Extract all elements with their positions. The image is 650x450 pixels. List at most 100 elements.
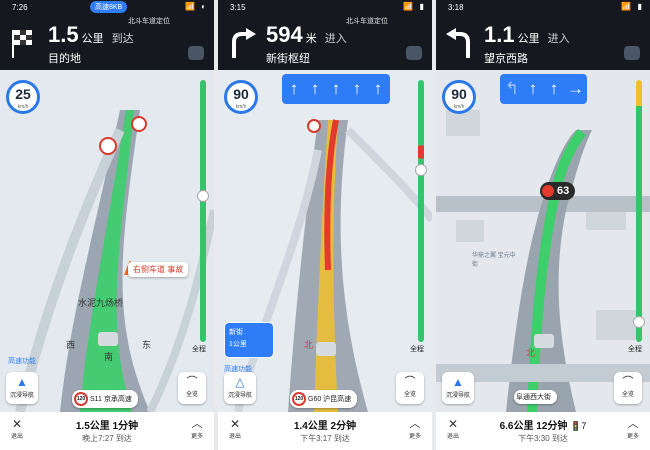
eta: 下午3:30 到达 <box>518 434 568 443</box>
overview-button[interactable]: ⌒ 全览 <box>178 372 206 404</box>
maneuver-road: 望京西路 <box>484 53 528 65</box>
lane-arrow-icon: ↑ <box>352 79 362 98</box>
map-view[interactable]: 水泥九炀桥 西 南 东 高速功能 <box>0 70 214 412</box>
nav-screen-3: 华鼎之翼 宝元中街 北 3:18 📶 ▮ 1.1 公里 进入 望京西路 90 km/h… <box>436 0 650 450</box>
guidance-header: 3:18 📶 ▮ 1.1 公里 进入 望京西路 <box>436 0 650 70</box>
speed-limit-badge: 90 km/h <box>442 80 476 114</box>
guidance-header: 3:15 北斗车道定位 📶 ▮ 594 米进入 新街枢纽 <box>218 0 432 70</box>
whole-route-label: 全程 <box>628 346 642 353</box>
chevron-up-icon: ︿ <box>191 418 203 430</box>
lane-arrow-icon: ↑ <box>331 79 341 98</box>
lane-guidance: ↰ ↑ ↑ → <box>500 74 587 104</box>
whole-route-label: 全程 <box>192 346 206 353</box>
gps-status: 北斗车道定位 <box>128 18 170 25</box>
lane-arrow-icon: ↑ <box>373 79 383 98</box>
nav-screen-2: 北 高速功能 3:15 北斗车道定位 📶 ▮ 594 米进入 新街枢纽 90 km/… <box>218 0 432 450</box>
more-button[interactable]: ︿ 更多 <box>404 417 426 440</box>
lane-arrow-icon: ↑ <box>310 79 320 98</box>
exit-button[interactable]: ✕ 退出 <box>6 417 28 440</box>
map-label: 高速功能 <box>8 358 36 365</box>
close-icon: ✕ <box>447 417 459 431</box>
vehicle-icon <box>316 342 336 356</box>
vehicle-icon <box>534 334 554 348</box>
remaining-summary: 1.4公里 2分钟 <box>293 421 357 432</box>
map-label: 北 <box>304 340 314 350</box>
lane-arrow-icon: → <box>567 79 584 98</box>
eta: 晚上7:27 到达 <box>82 434 132 443</box>
immersive-icon: △ <box>235 375 245 389</box>
clock: 3:18 <box>448 3 464 12</box>
lane-arrow-icon: ↰ <box>504 79 520 98</box>
overview-button[interactable]: ⌒ 全览 <box>614 372 642 404</box>
route-progress-bar <box>197 80 209 342</box>
assistant-icon[interactable] <box>406 46 422 60</box>
remaining-summary: 6.6公里 12分钟 🚦7 <box>499 421 587 432</box>
signal-icon: 📶 ▮ <box>403 2 426 11</box>
trip-bar: ✕ 退出 1.4公里 2分钟 下午3:17 到达 ︿ 更多 <box>218 412 432 450</box>
immersive-icon: ▲ <box>16 375 28 389</box>
more-button[interactable]: ︿ 更多 <box>622 417 644 440</box>
current-road-sign: 阜通西大街 <box>514 390 557 404</box>
lane-arrow-icon: ↑ <box>528 79 538 98</box>
map-label: 西 <box>66 340 76 350</box>
turn-left-icon <box>446 28 470 58</box>
signal-icon: 📶 ◐ <box>184 2 208 11</box>
remaining-summary: 1.5公里 1分钟 <box>75 421 139 432</box>
gps-status: 北斗车道定位 <box>346 18 388 25</box>
map-label: 南 <box>104 352 114 362</box>
progress-knob <box>197 190 209 202</box>
traffic-light-count: 🚦7 <box>570 421 587 431</box>
maneuver-distance: 1.1 公里 进入 <box>484 22 570 47</box>
immersive-nav-button[interactable]: △ 沉浸导航 <box>224 372 256 404</box>
lane-arrow-icon: ↑ <box>289 79 299 98</box>
route-progress-bar <box>415 80 427 342</box>
traffic-light-countdown: 63 <box>540 182 576 200</box>
more-button[interactable]: ︿ 更多 <box>186 417 208 440</box>
status-bar: 7:26 高速8KB 北斗车道定位 📶 ◐ <box>0 0 214 25</box>
progress-knob <box>415 164 427 176</box>
incident-alert[interactable]: 右侧车道 事故 <box>128 262 189 277</box>
map-canvas <box>218 70 432 412</box>
maneuver-distance: 1.5 公里 到达 <box>48 22 134 47</box>
maneuver-road: 目的地 <box>48 53 81 65</box>
map-label: 华鼎之翼 宝元中街 <box>472 253 516 268</box>
route-overview-icon: ⌒ <box>404 376 416 388</box>
chevron-up-icon: ︿ <box>627 418 639 430</box>
maneuver-distance: 594 米进入 <box>266 22 347 47</box>
route-overview-icon: ⌒ <box>186 376 198 388</box>
immersive-nav-button[interactable]: ▲ 沉浸导航 <box>442 372 474 404</box>
route-overview-icon: ⌒ <box>622 376 634 388</box>
map-canvas <box>436 70 650 412</box>
lane-guidance: ↑ ↑ ↑ ↑ ↑ <box>282 74 390 104</box>
current-road-sign: 120 G60 沪昆高速 <box>290 390 358 408</box>
trip-bar: ✕ 退出 1.5公里 1分钟 晚上7:27 到达 ︿ 更多 <box>0 412 214 450</box>
turn-right-icon <box>232 28 256 58</box>
speed-limit-icon: 120 <box>74 392 88 406</box>
nav-screen-1: 水泥九炀桥 西 南 东 高速功能 7:26 高速8KB 北斗车道定位 📶 ◐ 1… <box>0 0 214 450</box>
speed-limit-badge: 90 km/h <box>224 80 258 114</box>
clock: 3:15 <box>230 3 246 12</box>
exit-button[interactable]: ✕ 退出 <box>442 417 464 440</box>
assistant-icon[interactable] <box>188 46 204 60</box>
progress-knob <box>633 316 645 328</box>
network-badge: 高速8KB <box>90 1 128 13</box>
vehicle-icon <box>98 332 118 346</box>
speed-limit-badge: 25 km/h <box>6 80 40 114</box>
status-bar: 3:18 📶 ▮ <box>436 0 650 15</box>
map-label: 水泥九炀桥 <box>78 298 124 308</box>
guidance-header: 7:26 高速8KB 北斗车道定位 📶 ◐ 1.5 公里 到达 目的地 <box>0 0 214 70</box>
assistant-icon[interactable] <box>624 46 640 60</box>
speed-limit-icon: 120 <box>292 392 306 406</box>
exit-button[interactable]: ✕ 退出 <box>224 417 246 440</box>
close-icon: ✕ <box>11 417 23 431</box>
immersive-nav-button[interactable]: ▲ 沉浸导航 <box>6 372 38 404</box>
route-progress-bar <box>633 80 645 342</box>
overview-button[interactable]: ⌒ 全览 <box>396 372 424 404</box>
immersive-icon: ▲ <box>452 375 464 389</box>
signal-icon: 📶 ▮ <box>621 2 644 11</box>
chevron-up-icon: ︿ <box>409 418 421 430</box>
eta: 下午3:17 到达 <box>300 434 350 443</box>
map-view[interactable]: 华鼎之翼 宝元中街 北 <box>436 70 650 412</box>
map-view[interactable]: 北 高速功能 <box>218 70 432 412</box>
map-label: 北 <box>526 348 536 358</box>
